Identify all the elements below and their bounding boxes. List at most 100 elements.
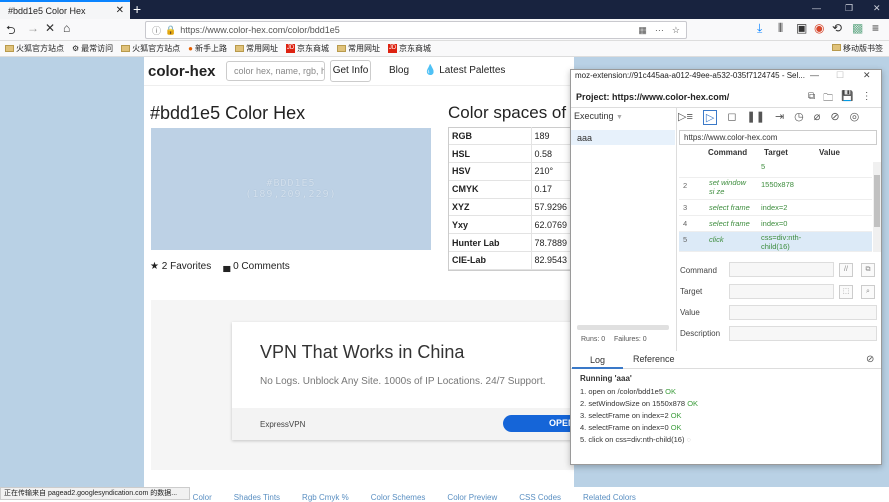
row-number: 4 [683,219,688,228]
runs-count: Runs: 0 [581,336,606,343]
bookmark-item[interactable]: 常用网址 [235,43,278,54]
bookmark-item[interactable]: ⚙ 最常访问 [72,43,113,54]
bookmark-item[interactable]: JD 京东商城 [286,43,329,54]
log-entry: 2. setWindowSize on 1550x878 OK [580,399,698,408]
clear-log-icon[interactable]: ⊘ [866,354,874,365]
new-project-icon[interactable]: ⧉ [808,91,815,108]
tab-related[interactable]: Related Colors [583,493,636,502]
nav-blog-link[interactable]: Blog [389,65,409,76]
download-icon[interactable]: ⤓ [757,21,762,36]
home-icon[interactable]: ⌂ [63,21,70,35]
tab-css[interactable]: CSS Codes [519,493,561,502]
ide-maximize-icon[interactable]: ☐ [836,70,844,81]
row-target: 1550x878 [761,180,794,189]
page-actions-icon[interactable]: ··· [655,25,664,36]
command-input[interactable] [729,262,834,277]
selenium-icon[interactable]: ▩ [852,21,863,35]
ide-minimize-icon[interactable]: — [810,70,819,80]
col-target: Target [764,148,788,157]
table-row[interactable]: 5 click css=div:nth-child(16) [679,232,872,252]
pause-on-exceptions-icon[interactable]: ⊘ [830,110,839,125]
project-label: Project: [576,92,610,102]
get-info-button[interactable]: Get Info [330,60,371,82]
history-icon[interactable]: ⟲ [832,21,842,35]
minimize-icon[interactable]: — [812,3,821,13]
log-entry: 3. selectFrame on index=2 OK [580,411,682,420]
extension-icon[interactable]: ◉ [814,21,824,35]
tab-close-icon[interactable]: ✕ [116,5,124,16]
bookmark-item[interactable]: 常用网址 [337,43,380,54]
restore-icon[interactable]: ❐ [845,3,853,14]
sidebar-icon[interactable]: ▣ [796,21,807,35]
ide-close-icon[interactable]: ✕ [863,70,871,81]
forward-icon[interactable]: → [27,21,39,35]
site-logo[interactable]: color-hex [148,63,216,80]
info-icon[interactable]: ⓘ [152,24,161,37]
base-url-input[interactable]: https://www.color-hex.com [679,130,877,145]
tab-log[interactable]: Log [572,353,623,369]
swatch-hex: #BDD1E5 [266,178,316,189]
ad-title[interactable]: VPN That Works in China [260,342,464,363]
step-icon[interactable]: ⇥ [775,110,784,125]
scrollbar-thumb[interactable] [874,175,880,227]
run-all-icon[interactable]: ▷≡ [678,110,693,125]
bookmark-item[interactable]: 火狐官方站点 [5,43,64,54]
qr-icon[interactable]: ▦ [638,25,647,36]
ad-open-button[interactable]: OPEN [503,415,574,432]
find-target-icon[interactable]: ⌕ [861,285,875,299]
space-name: Hunter Lab [449,233,532,253]
project-url: https://www.color-hex.com/ [612,92,730,102]
run-test-icon[interactable]: ▷ [702,110,718,125]
favorites-link[interactable]: ★ 2 Favorites [150,261,211,272]
description-input[interactable] [729,326,877,341]
table-row[interactable]: 5 [679,162,872,178]
jd-icon: JD [388,44,398,53]
comments-link[interactable]: ▄ 0 Comments [223,261,290,272]
more-icon[interactable]: ⋮ [862,91,872,108]
library-icon[interactable]: ⫴ [778,21,783,36]
url-bar[interactable]: ⓘ 🔒 https://www.color-hex.com/color/bdd1… [145,21,687,39]
comment-toggle-icon[interactable]: // [839,263,853,277]
tab-schemes[interactable]: Color Schemes [371,493,426,502]
speed-icon[interactable]: ◷ [794,110,804,125]
tab-preview[interactable]: Color Preview [447,493,497,502]
status-bar: 正在传输来自 pagead2.googlesyndication.com 的数据… [0,487,190,500]
target-input[interactable] [729,284,834,299]
test-list-item[interactable]: aaa [571,130,675,145]
select-target-icon[interactable]: ⬚ [839,285,853,299]
test-selector[interactable]: Executing ▼ [574,111,674,125]
mobile-bookmarks[interactable]: 移动版书签 [831,43,883,54]
menu-icon[interactable]: ≡ [872,21,879,35]
star-icon[interactable]: ☆ [672,25,680,36]
executing-label: Executing [574,111,614,121]
space-value: 0.17 [531,180,574,199]
site-search-input[interactable]: color hex, name, rgb, hsl [226,61,325,81]
value-input[interactable] [729,305,877,320]
close-window-icon[interactable]: ✕ [873,3,881,14]
bookmark-item[interactable]: JD 京东商城 [388,43,431,54]
stop-icon[interactable]: ✕ [45,21,55,35]
tab-rgb[interactable]: Rgb Cmyk % [302,493,349,502]
playback-controls: ▷≡ ▷ ◻ ❚❚ ⇥ ◷ ⌀ ⊘ ◎ [678,110,859,125]
new-tab-button[interactable]: + [133,1,141,17]
pause-icon[interactable]: ❚❚ [747,110,765,125]
browser-tab[interactable]: #bdd1e5 Color Hex ✕ [0,0,130,19]
bookmark-item[interactable]: 火狐官方站点 [121,43,180,54]
command-table: 5 2 set window si ze 1550x878 3 select fram… [679,162,872,252]
nav-latest-palettes-link[interactable]: 💧 Latest Palettes [424,65,505,76]
log-text: setWindowSize on 1550x878 [588,399,686,408]
stop-icon[interactable]: ◻ [727,110,736,125]
disable-breakpoints-icon[interactable]: ⌀ [814,110,821,125]
open-project-icon[interactable]: 🗀 [823,91,833,108]
save-project-icon[interactable]: 💾 [841,91,853,108]
tab-shades[interactable]: Shades Tints [234,493,280,502]
table-row[interactable]: 4 select frame index=0 [679,216,872,232]
table-row[interactable]: 3 select frame index=2 [679,200,872,216]
reference-icon[interactable]: ⧉ [861,263,875,277]
bookmark-item[interactable]: ● 新手上路 [188,43,227,54]
record-icon[interactable]: ◎ [850,110,860,125]
target-label: Target [680,287,703,296]
table-row[interactable]: 2 set window si ze 1550x878 [679,178,872,200]
tab-reference[interactable]: Reference [633,354,675,364]
back-icon[interactable]: ⮌ [6,21,16,42]
